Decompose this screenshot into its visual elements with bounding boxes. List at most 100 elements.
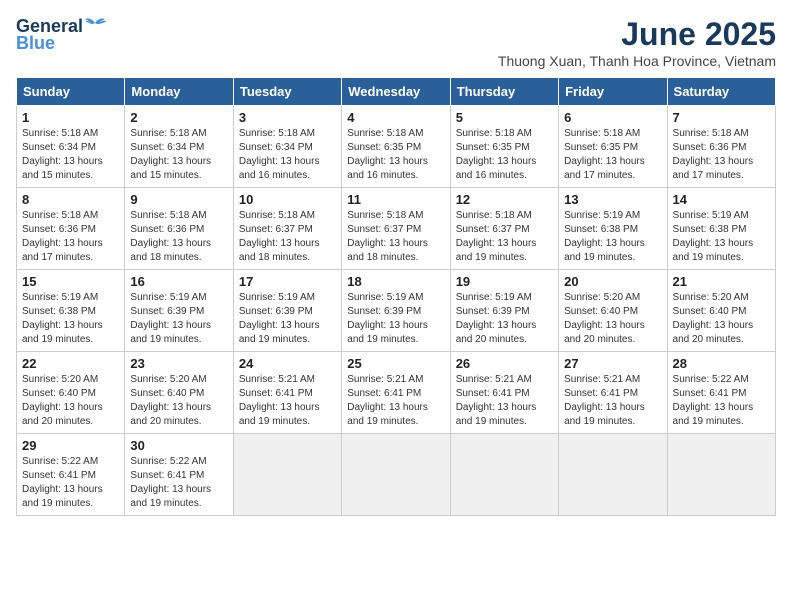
calendar-cell: 18 Sunrise: 5:19 AM Sunset: 6:39 PM Dayl… (342, 270, 450, 352)
calendar-cell: 20 Sunrise: 5:20 AM Sunset: 6:40 PM Dayl… (559, 270, 667, 352)
calendar-cell: 15 Sunrise: 5:19 AM Sunset: 6:38 PM Dayl… (17, 270, 125, 352)
day-number: 9 (130, 192, 227, 207)
column-header-thursday: Thursday (450, 78, 558, 106)
calendar-cell: 2 Sunrise: 5:18 AM Sunset: 6:34 PM Dayli… (125, 106, 233, 188)
calendar-cell (342, 434, 450, 516)
calendar-cell: 19 Sunrise: 5:19 AM Sunset: 6:39 PM Dayl… (450, 270, 558, 352)
logo-blue: Blue (16, 33, 55, 54)
column-header-saturday: Saturday (667, 78, 775, 106)
day-info: Sunrise: 5:18 AM Sunset: 6:34 PM Dayligh… (130, 127, 227, 183)
day-number: 1 (22, 110, 119, 125)
page-header: General Blue June 2025 Thuong Xuan, Than… (16, 16, 776, 69)
day-info: Sunrise: 5:18 AM Sunset: 6:37 PM Dayligh… (239, 209, 336, 265)
calendar-cell: 23 Sunrise: 5:20 AM Sunset: 6:40 PM Dayl… (125, 352, 233, 434)
day-number: 3 (239, 110, 336, 125)
calendar-cell: 12 Sunrise: 5:18 AM Sunset: 6:37 PM Dayl… (450, 188, 558, 270)
day-info: Sunrise: 5:19 AM Sunset: 6:39 PM Dayligh… (456, 291, 553, 347)
day-info: Sunrise: 5:21 AM Sunset: 6:41 PM Dayligh… (456, 373, 553, 429)
day-number: 2 (130, 110, 227, 125)
calendar-cell: 17 Sunrise: 5:19 AM Sunset: 6:39 PM Dayl… (233, 270, 341, 352)
calendar-cell: 24 Sunrise: 5:21 AM Sunset: 6:41 PM Dayl… (233, 352, 341, 434)
day-info: Sunrise: 5:18 AM Sunset: 6:34 PM Dayligh… (239, 127, 336, 183)
day-number: 20 (564, 274, 661, 289)
day-number: 30 (130, 438, 227, 453)
day-info: Sunrise: 5:19 AM Sunset: 6:38 PM Dayligh… (564, 209, 661, 265)
calendar-cell: 25 Sunrise: 5:21 AM Sunset: 6:41 PM Dayl… (342, 352, 450, 434)
calendar-cell: 22 Sunrise: 5:20 AM Sunset: 6:40 PM Dayl… (17, 352, 125, 434)
calendar-title: June 2025 (498, 16, 776, 53)
calendar-cell (450, 434, 558, 516)
day-number: 22 (22, 356, 119, 371)
day-number: 6 (564, 110, 661, 125)
calendar-cell: 1 Sunrise: 5:18 AM Sunset: 6:34 PM Dayli… (17, 106, 125, 188)
calendar-subtitle: Thuong Xuan, Thanh Hoa Province, Vietnam (498, 53, 776, 69)
day-info: Sunrise: 5:19 AM Sunset: 6:38 PM Dayligh… (22, 291, 119, 347)
day-number: 5 (456, 110, 553, 125)
calendar-cell: 5 Sunrise: 5:18 AM Sunset: 6:35 PM Dayli… (450, 106, 558, 188)
day-info: Sunrise: 5:19 AM Sunset: 6:39 PM Dayligh… (130, 291, 227, 347)
day-info: Sunrise: 5:18 AM Sunset: 6:36 PM Dayligh… (673, 127, 770, 183)
day-number: 24 (239, 356, 336, 371)
day-number: 17 (239, 274, 336, 289)
day-number: 12 (456, 192, 553, 207)
day-number: 14 (673, 192, 770, 207)
day-info: Sunrise: 5:21 AM Sunset: 6:41 PM Dayligh… (239, 373, 336, 429)
calendar-cell: 4 Sunrise: 5:18 AM Sunset: 6:35 PM Dayli… (342, 106, 450, 188)
day-number: 18 (347, 274, 444, 289)
column-header-monday: Monday (125, 78, 233, 106)
column-header-sunday: Sunday (17, 78, 125, 106)
calendar-cell: 21 Sunrise: 5:20 AM Sunset: 6:40 PM Dayl… (667, 270, 775, 352)
calendar-cell: 10 Sunrise: 5:18 AM Sunset: 6:37 PM Dayl… (233, 188, 341, 270)
day-info: Sunrise: 5:19 AM Sunset: 6:39 PM Dayligh… (239, 291, 336, 347)
column-header-friday: Friday (559, 78, 667, 106)
day-number: 23 (130, 356, 227, 371)
logo: General Blue (16, 16, 107, 54)
day-number: 15 (22, 274, 119, 289)
calendar-cell: 7 Sunrise: 5:18 AM Sunset: 6:36 PM Dayli… (667, 106, 775, 188)
logo-bird-icon (85, 15, 107, 31)
day-number: 10 (239, 192, 336, 207)
day-info: Sunrise: 5:18 AM Sunset: 6:37 PM Dayligh… (347, 209, 444, 265)
calendar-cell: 3 Sunrise: 5:18 AM Sunset: 6:34 PM Dayli… (233, 106, 341, 188)
day-number: 16 (130, 274, 227, 289)
day-info: Sunrise: 5:18 AM Sunset: 6:35 PM Dayligh… (347, 127, 444, 183)
calendar-cell: 13 Sunrise: 5:19 AM Sunset: 6:38 PM Dayl… (559, 188, 667, 270)
day-info: Sunrise: 5:19 AM Sunset: 6:38 PM Dayligh… (673, 209, 770, 265)
day-info: Sunrise: 5:22 AM Sunset: 6:41 PM Dayligh… (673, 373, 770, 429)
column-header-wednesday: Wednesday (342, 78, 450, 106)
day-number: 29 (22, 438, 119, 453)
day-info: Sunrise: 5:22 AM Sunset: 6:41 PM Dayligh… (22, 455, 119, 511)
calendar-cell (233, 434, 341, 516)
day-number: 28 (673, 356, 770, 371)
day-info: Sunrise: 5:18 AM Sunset: 6:36 PM Dayligh… (130, 209, 227, 265)
calendar-cell: 11 Sunrise: 5:18 AM Sunset: 6:37 PM Dayl… (342, 188, 450, 270)
day-info: Sunrise: 5:18 AM Sunset: 6:36 PM Dayligh… (22, 209, 119, 265)
calendar-cell: 29 Sunrise: 5:22 AM Sunset: 6:41 PM Dayl… (17, 434, 125, 516)
day-info: Sunrise: 5:20 AM Sunset: 6:40 PM Dayligh… (673, 291, 770, 347)
calendar-cell: 26 Sunrise: 5:21 AM Sunset: 6:41 PM Dayl… (450, 352, 558, 434)
calendar-cell: 14 Sunrise: 5:19 AM Sunset: 6:38 PM Dayl… (667, 188, 775, 270)
day-info: Sunrise: 5:22 AM Sunset: 6:41 PM Dayligh… (130, 455, 227, 511)
day-info: Sunrise: 5:18 AM Sunset: 6:35 PM Dayligh… (564, 127, 661, 183)
day-info: Sunrise: 5:19 AM Sunset: 6:39 PM Dayligh… (347, 291, 444, 347)
day-info: Sunrise: 5:18 AM Sunset: 6:35 PM Dayligh… (456, 127, 553, 183)
day-info: Sunrise: 5:20 AM Sunset: 6:40 PM Dayligh… (130, 373, 227, 429)
calendar-cell: 9 Sunrise: 5:18 AM Sunset: 6:36 PM Dayli… (125, 188, 233, 270)
day-number: 27 (564, 356, 661, 371)
day-info: Sunrise: 5:21 AM Sunset: 6:41 PM Dayligh… (564, 373, 661, 429)
day-info: Sunrise: 5:20 AM Sunset: 6:40 PM Dayligh… (22, 373, 119, 429)
day-number: 4 (347, 110, 444, 125)
column-header-tuesday: Tuesday (233, 78, 341, 106)
calendar-cell: 28 Sunrise: 5:22 AM Sunset: 6:41 PM Dayl… (667, 352, 775, 434)
calendar-cell (667, 434, 775, 516)
calendar-cell: 30 Sunrise: 5:22 AM Sunset: 6:41 PM Dayl… (125, 434, 233, 516)
day-number: 25 (347, 356, 444, 371)
day-info: Sunrise: 5:21 AM Sunset: 6:41 PM Dayligh… (347, 373, 444, 429)
calendar-cell: 6 Sunrise: 5:18 AM Sunset: 6:35 PM Dayli… (559, 106, 667, 188)
calendar-cell: 27 Sunrise: 5:21 AM Sunset: 6:41 PM Dayl… (559, 352, 667, 434)
day-number: 11 (347, 192, 444, 207)
day-number: 21 (673, 274, 770, 289)
day-info: Sunrise: 5:18 AM Sunset: 6:37 PM Dayligh… (456, 209, 553, 265)
day-number: 13 (564, 192, 661, 207)
day-number: 8 (22, 192, 119, 207)
